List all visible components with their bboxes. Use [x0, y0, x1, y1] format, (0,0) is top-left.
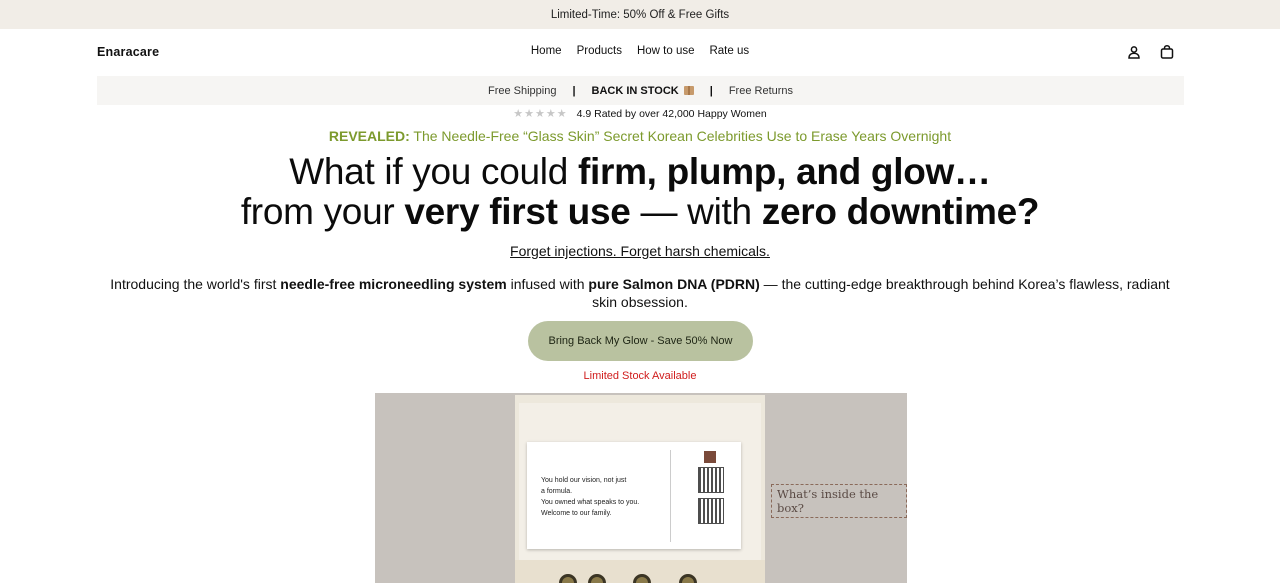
- qr-code-icon: [698, 467, 724, 493]
- limited-stock-text: Limited Stock Available: [583, 370, 697, 382]
- revealed-subheading: REVEALED: The Needle-Free “Glass Skin” S…: [0, 128, 1280, 144]
- cta-button[interactable]: Bring Back My Glow - Save 50% Now: [528, 321, 753, 361]
- rating-text: 4.9 Rated by over 42,000 Happy Women: [576, 107, 767, 120]
- qr-code-icon: [698, 498, 724, 524]
- intro-emphasis: needle-free microneedling system: [280, 276, 507, 292]
- nav-how-to-use[interactable]: How to use: [637, 45, 695, 57]
- welcome-card: You hold our vision, not just a formula.…: [527, 442, 741, 549]
- headline-emphasis: firm, plump, and glow…: [577, 151, 991, 192]
- trust-bar: Free Shipping | BACK IN STOCK | Free Ret…: [97, 76, 1184, 105]
- site-header: Enaracare Home Products How to use Rate …: [0, 29, 1280, 75]
- account-icon[interactable]: [1127, 45, 1141, 59]
- intro-paragraph: Introducing the world's first needle-fre…: [110, 275, 1170, 311]
- revealed-text: The Needle-Free “Glass Skin” Secret Kore…: [409, 128, 952, 144]
- page-headline: What if you could firm, plump, and glow……: [0, 152, 1280, 232]
- card-divider: [670, 450, 671, 542]
- nav-rate-us[interactable]: Rate us: [709, 45, 749, 57]
- free-shipping-label: Free Shipping: [487, 84, 557, 97]
- whats-inside-hotspot[interactable]: What’s inside the box?: [771, 484, 907, 518]
- card-line: You owned what speaks to you.: [541, 499, 640, 506]
- package-icon: [683, 86, 694, 95]
- star-rating-icon: ★★★★★: [513, 108, 568, 120]
- rating-row: ★★★★★ 4.9 Rated by over 42,000 Happy Wom…: [0, 107, 1280, 121]
- tag-icon: [704, 451, 716, 463]
- nav-products[interactable]: Products: [577, 45, 622, 57]
- intro-part: infused with: [506, 276, 589, 292]
- card-line: a formula.: [541, 488, 573, 495]
- card-line: Welcome to our family.: [541, 510, 612, 517]
- main-nav: Home Products How to use Rate us: [0, 45, 1280, 57]
- revealed-label: REVEALED:: [328, 128, 410, 144]
- welcome-card-text: You hold our vision, not just a formula.…: [541, 475, 661, 519]
- cart-icon[interactable]: [1160, 45, 1174, 59]
- headline-part: — with: [630, 191, 762, 232]
- forget-tagline: Forget injections. Forget harsh chemical…: [510, 243, 770, 259]
- headline-emphasis: very first use: [404, 191, 631, 232]
- nav-home[interactable]: Home: [531, 45, 562, 57]
- separator: |: [709, 84, 713, 97]
- product-image: You hold our vision, not just a formula.…: [375, 393, 907, 583]
- headline-emphasis: zero downtime?: [761, 191, 1040, 232]
- headline-part: from your: [240, 191, 405, 232]
- back-in-stock-label: BACK IN STOCK: [591, 84, 679, 97]
- intro-part: Introducing the world's first: [110, 276, 281, 292]
- card-line: You hold our vision, not just: [541, 477, 627, 484]
- headline-part: What if you could: [289, 151, 578, 192]
- separator: |: [572, 84, 576, 97]
- free-returns-label: Free Returns: [728, 84, 794, 97]
- announcement-text: Limited-Time: 50% Off & Free Gifts: [550, 8, 730, 21]
- intro-emphasis: pure Salmon DNA (PDRN): [588, 276, 760, 292]
- announcement-bar: Limited-Time: 50% Off & Free Gifts: [0, 0, 1280, 29]
